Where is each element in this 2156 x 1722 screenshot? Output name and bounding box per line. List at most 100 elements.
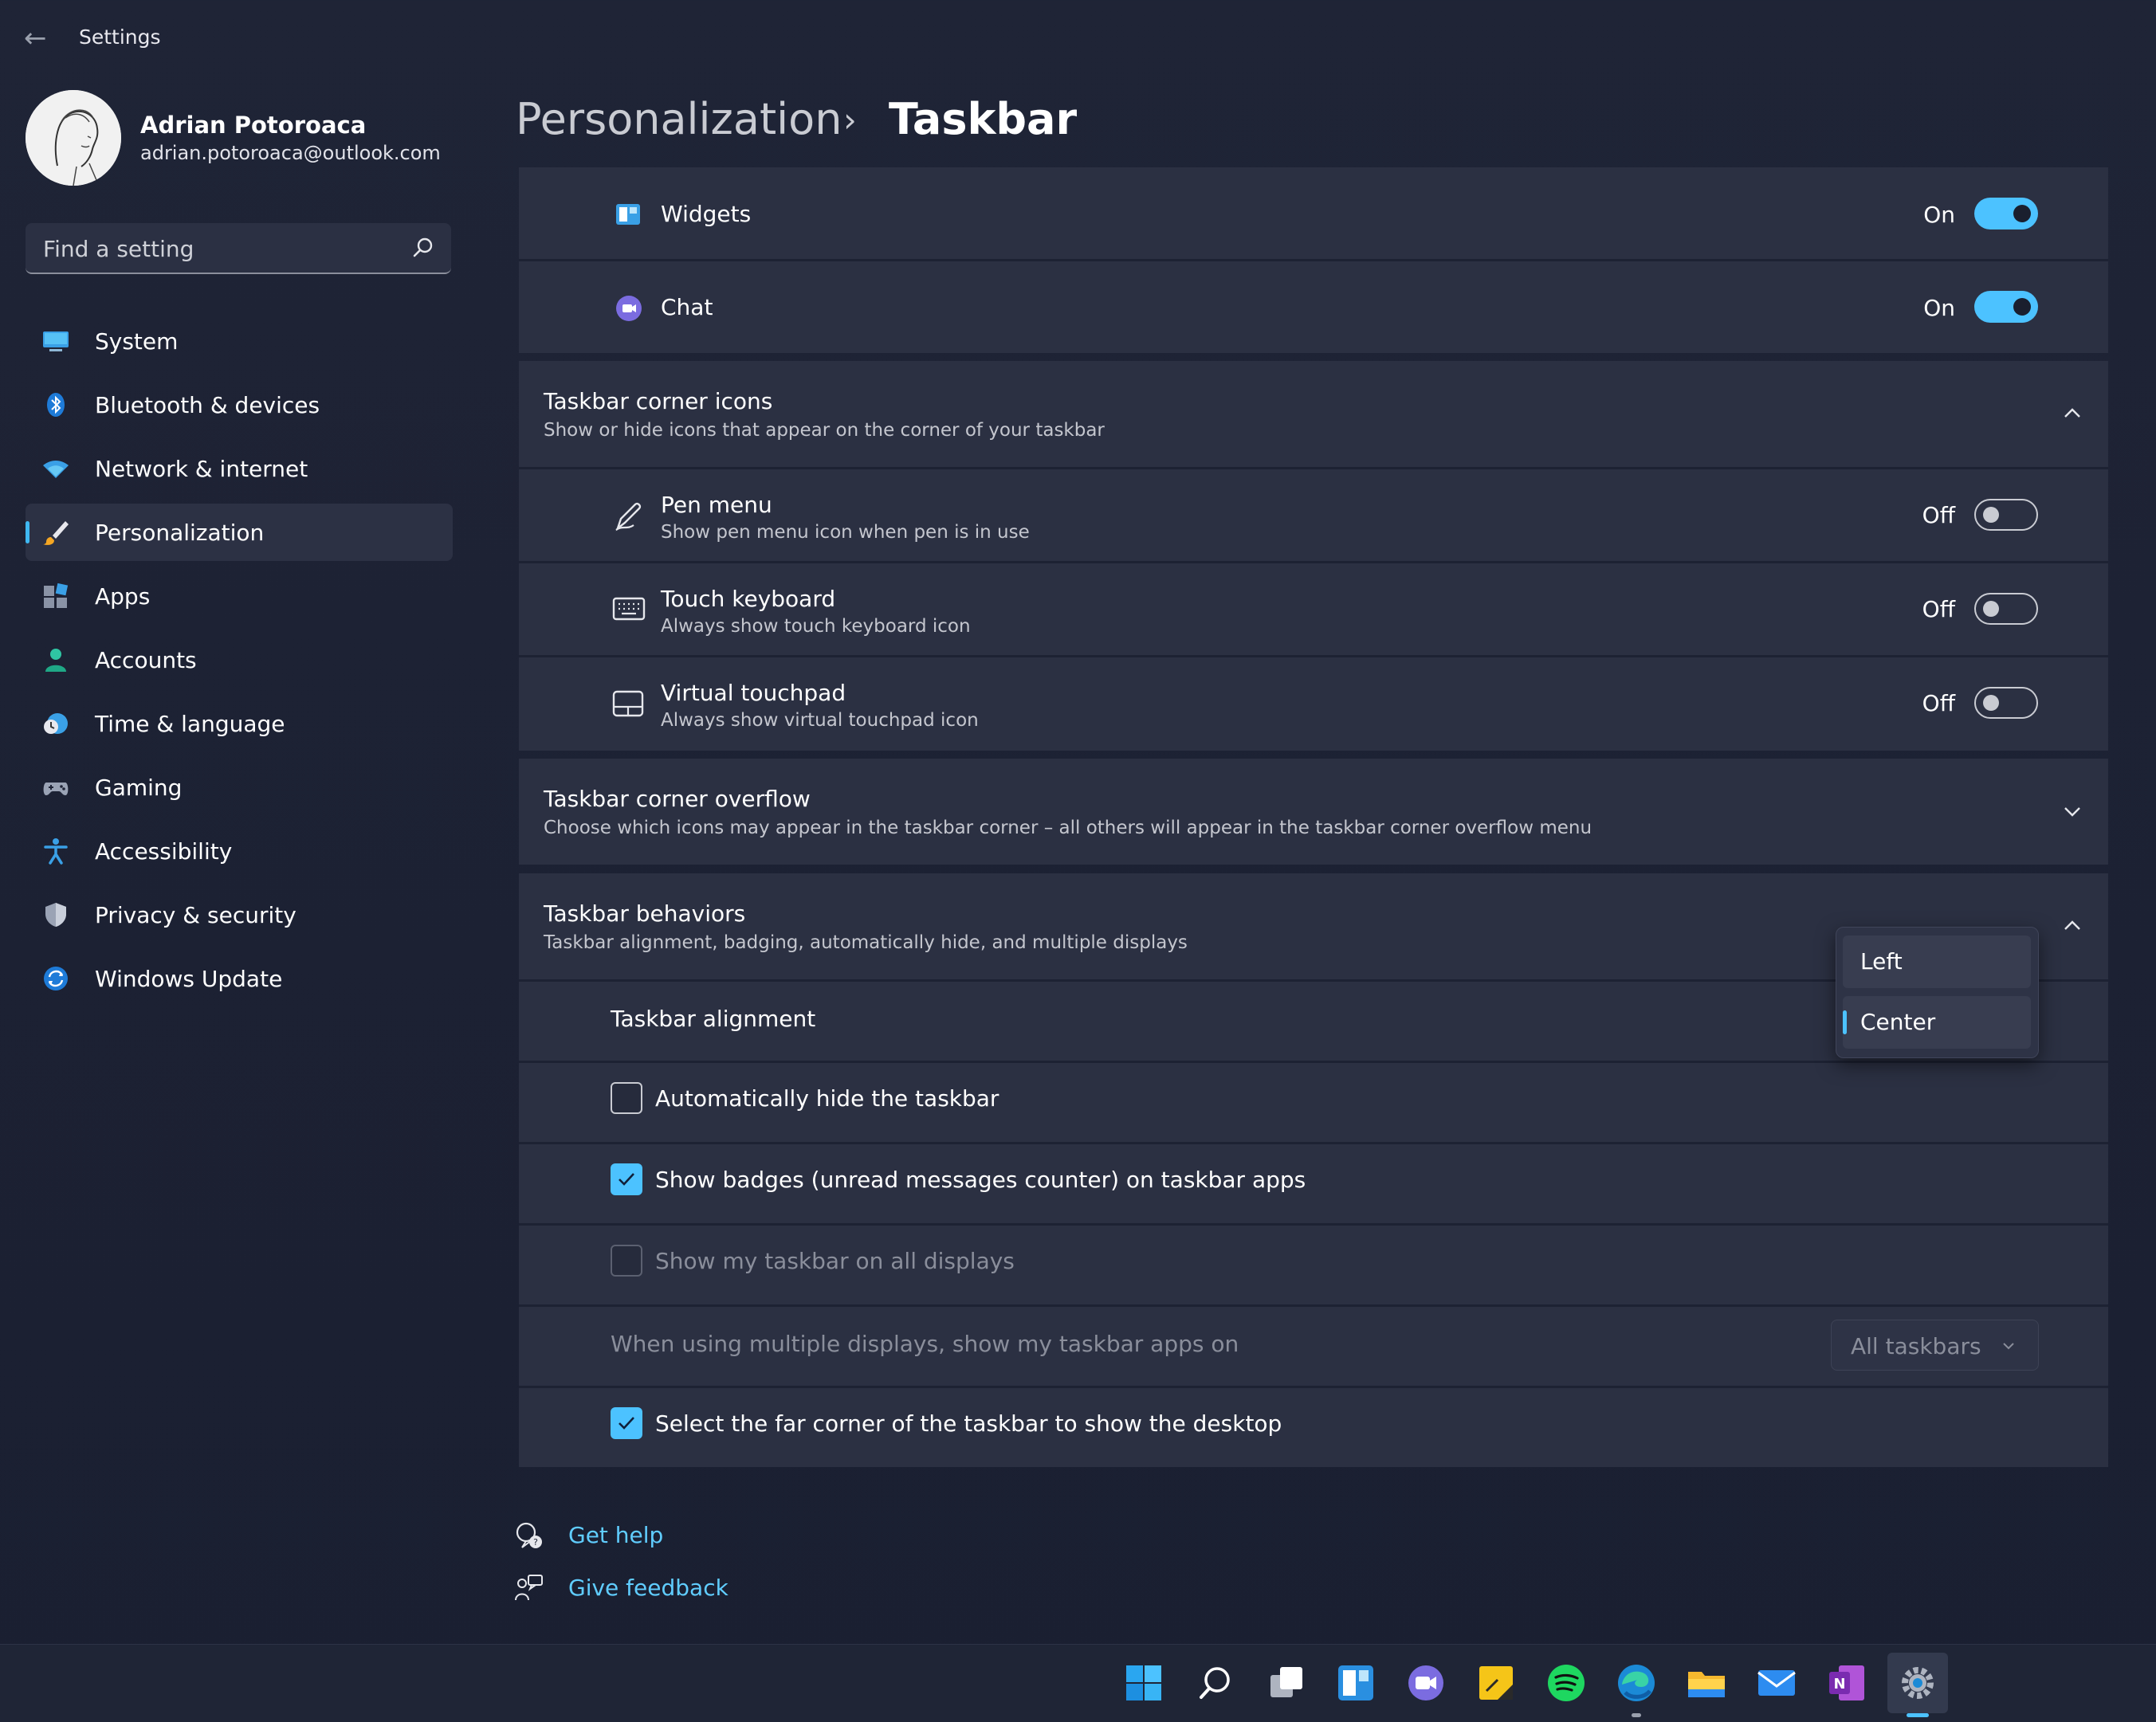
avatar-sketch-icon <box>26 90 121 186</box>
badges-row[interactable]: Show badges (unread messages counter) on… <box>519 1144 2108 1223</box>
sidebar-item-network[interactable]: Network & internet <box>26 440 453 497</box>
virtual-touchpad-state: Off <box>1922 690 1955 716</box>
search-box[interactable]: Find a setting <box>26 223 451 274</box>
avatar[interactable] <box>26 90 121 186</box>
badges-checkbox[interactable] <box>611 1163 642 1195</box>
breadcrumb-parent[interactable]: Personalization <box>516 94 842 144</box>
corner-overflow-card[interactable]: Taskbar corner overflow Choose which ico… <box>519 759 2108 865</box>
widgets-label: Widgets <box>661 201 752 227</box>
pen-menu-toggle[interactable] <box>1974 499 2038 531</box>
mail-icon[interactable] <box>1754 1661 1799 1705</box>
widgets-row: Widgets On <box>519 167 2108 259</box>
taskbar-search-icon[interactable] <box>1193 1661 1238 1705</box>
widgets-toggle[interactable] <box>1974 198 2038 229</box>
sidebar-item-personalization[interactable]: Personalization <box>26 504 453 561</box>
chevron-up-icon[interactable] <box>2060 402 2084 426</box>
sidebar-item-system[interactable]: System <box>26 312 453 370</box>
corner-overflow-subtitle: Choose which icons may appear in the tas… <box>544 818 1592 838</box>
pen-menu-row: Pen menu Show pen menu icon when pen is … <box>519 469 2108 561</box>
sidebar-item-privacy-security[interactable]: Privacy & security <box>26 886 453 943</box>
active-indicator <box>26 521 29 543</box>
search-icon[interactable] <box>410 234 437 261</box>
give-feedback-link[interactable]: Give feedback <box>568 1575 728 1601</box>
behaviors-title: Taskbar behaviors <box>544 900 746 927</box>
alignment-option-left[interactable]: Left <box>1843 936 2031 988</box>
chat-state: On <box>1923 295 1955 321</box>
get-help-link[interactable]: Get help <box>568 1522 663 1548</box>
alignment-label: Taskbar alignment <box>611 1006 816 1032</box>
sidebar-item-windows-update[interactable]: Windows Update <box>26 950 453 1007</box>
all-displays-row: Show my taskbar on all displays <box>519 1226 2108 1304</box>
virtual-touchpad-toggle[interactable] <box>1974 687 2038 719</box>
bluetooth-icon <box>47 393 65 417</box>
chevron-down-icon[interactable] <box>2060 799 2084 823</box>
onenote-icon[interactable]: N <box>1824 1661 1869 1705</box>
touchpad-icon <box>612 690 644 717</box>
pen-menu-label: Pen menu <box>661 492 772 518</box>
sidebar-item-label: Personalization <box>95 520 265 546</box>
sidebar-item-label: Privacy & security <box>95 902 296 928</box>
touch-keyboard-desc: Always show touch keyboard icon <box>661 616 971 637</box>
selected-indicator <box>1843 1010 1847 1034</box>
touch-keyboard-row: Touch keyboard Always show touch keyboar… <box>519 563 2108 655</box>
far-corner-label: Select the far corner of the taskbar to … <box>655 1410 1282 1437</box>
touch-keyboard-toggle[interactable] <box>1974 593 2038 625</box>
sidebar-item-label: Accounts <box>95 647 197 673</box>
pen-menu-state: Off <box>1922 502 1955 528</box>
accessibility-icon <box>44 838 68 865</box>
spotify-icon[interactable] <box>1544 1661 1589 1705</box>
badges-label: Show badges (unread messages counter) on… <box>655 1167 1306 1193</box>
touch-keyboard-label: Touch keyboard <box>661 586 836 612</box>
multi-display-label: When using multiple displays, show my ta… <box>611 1331 1239 1357</box>
multi-display-select-value: All taskbars <box>1851 1333 1981 1359</box>
sidebar-item-bluetooth[interactable]: Bluetooth & devices <box>26 376 453 433</box>
pen-icon <box>615 502 642 532</box>
sidebar-item-label: Accessibility <box>95 838 233 865</box>
corner-icons-header[interactable]: Taskbar corner icons Show or hide icons … <box>519 361 2108 467</box>
chat-icon <box>616 296 642 321</box>
autohide-checkbox[interactable] <box>611 1082 642 1114</box>
start-icon[interactable] <box>1121 1661 1166 1705</box>
corner-icons-subtitle: Show or hide icons that appear on the co… <box>544 420 1105 441</box>
sidebar-item-apps[interactable]: Apps <box>26 567 453 625</box>
windows-taskbar: N <box>0 1644 2156 1722</box>
sidebar-item-label: Network & internet <box>95 456 308 482</box>
help-icon: ? <box>516 1522 542 1548</box>
alignment-option-center[interactable]: Center <box>1843 996 2031 1049</box>
chat-taskbar-icon[interactable] <box>1404 1661 1448 1705</box>
search-input[interactable]: Find a setting <box>43 236 194 262</box>
shield-icon <box>45 903 66 927</box>
autohide-row[interactable]: Automatically hide the taskbar <box>519 1063 2108 1142</box>
sidebar-item-gaming[interactable]: Gaming <box>26 759 453 816</box>
widgets-icon <box>616 204 640 225</box>
file-explorer-icon[interactable] <box>1684 1661 1729 1705</box>
far-corner-checkbox[interactable] <box>611 1407 642 1439</box>
sidebar-item-accessibility[interactable]: Accessibility <box>26 822 453 880</box>
sidebar-item-time-language[interactable]: Time & language <box>26 695 453 752</box>
back-arrow-icon[interactable]: ← <box>24 22 56 54</box>
widgets-state: On <box>1923 202 1955 228</box>
widgets-taskbar-icon[interactable] <box>1333 1661 1378 1705</box>
gamepad-icon <box>43 783 69 795</box>
multi-display-select: All taskbars <box>1831 1320 2039 1371</box>
chat-toggle[interactable] <box>1974 291 2038 323</box>
user-email: adrian.potoroaca@outlook.com <box>140 142 441 164</box>
alignment-option-label: Left <box>1860 948 1903 975</box>
breadcrumb-separator: › <box>843 100 857 139</box>
svg-text:N: N <box>1833 1676 1845 1693</box>
task-view-icon[interactable] <box>1264 1661 1309 1705</box>
all-displays-checkbox <box>611 1245 642 1277</box>
edge-icon[interactable] <box>1614 1661 1659 1705</box>
virtual-touchpad-row: Virtual touchpad Always show virtual tou… <box>519 657 2108 751</box>
autohide-label: Automatically hide the taskbar <box>655 1085 999 1112</box>
brush-icon <box>43 521 69 545</box>
alignment-dropdown[interactable]: Left Center <box>1836 927 2039 1058</box>
sticky-notes-icon[interactable] <box>1474 1661 1518 1705</box>
far-corner-row[interactable]: Select the far corner of the taskbar to … <box>519 1388 2108 1467</box>
pen-menu-desc: Show pen menu icon when pen is in use <box>661 522 1030 543</box>
settings-gear-icon[interactable] <box>1895 1661 1940 1705</box>
svg-text:?: ? <box>533 1537 538 1547</box>
all-displays-label: Show my taskbar on all displays <box>655 1248 1015 1274</box>
chevron-up-icon[interactable] <box>2060 914 2084 938</box>
sidebar-item-accounts[interactable]: Accounts <box>26 631 453 688</box>
